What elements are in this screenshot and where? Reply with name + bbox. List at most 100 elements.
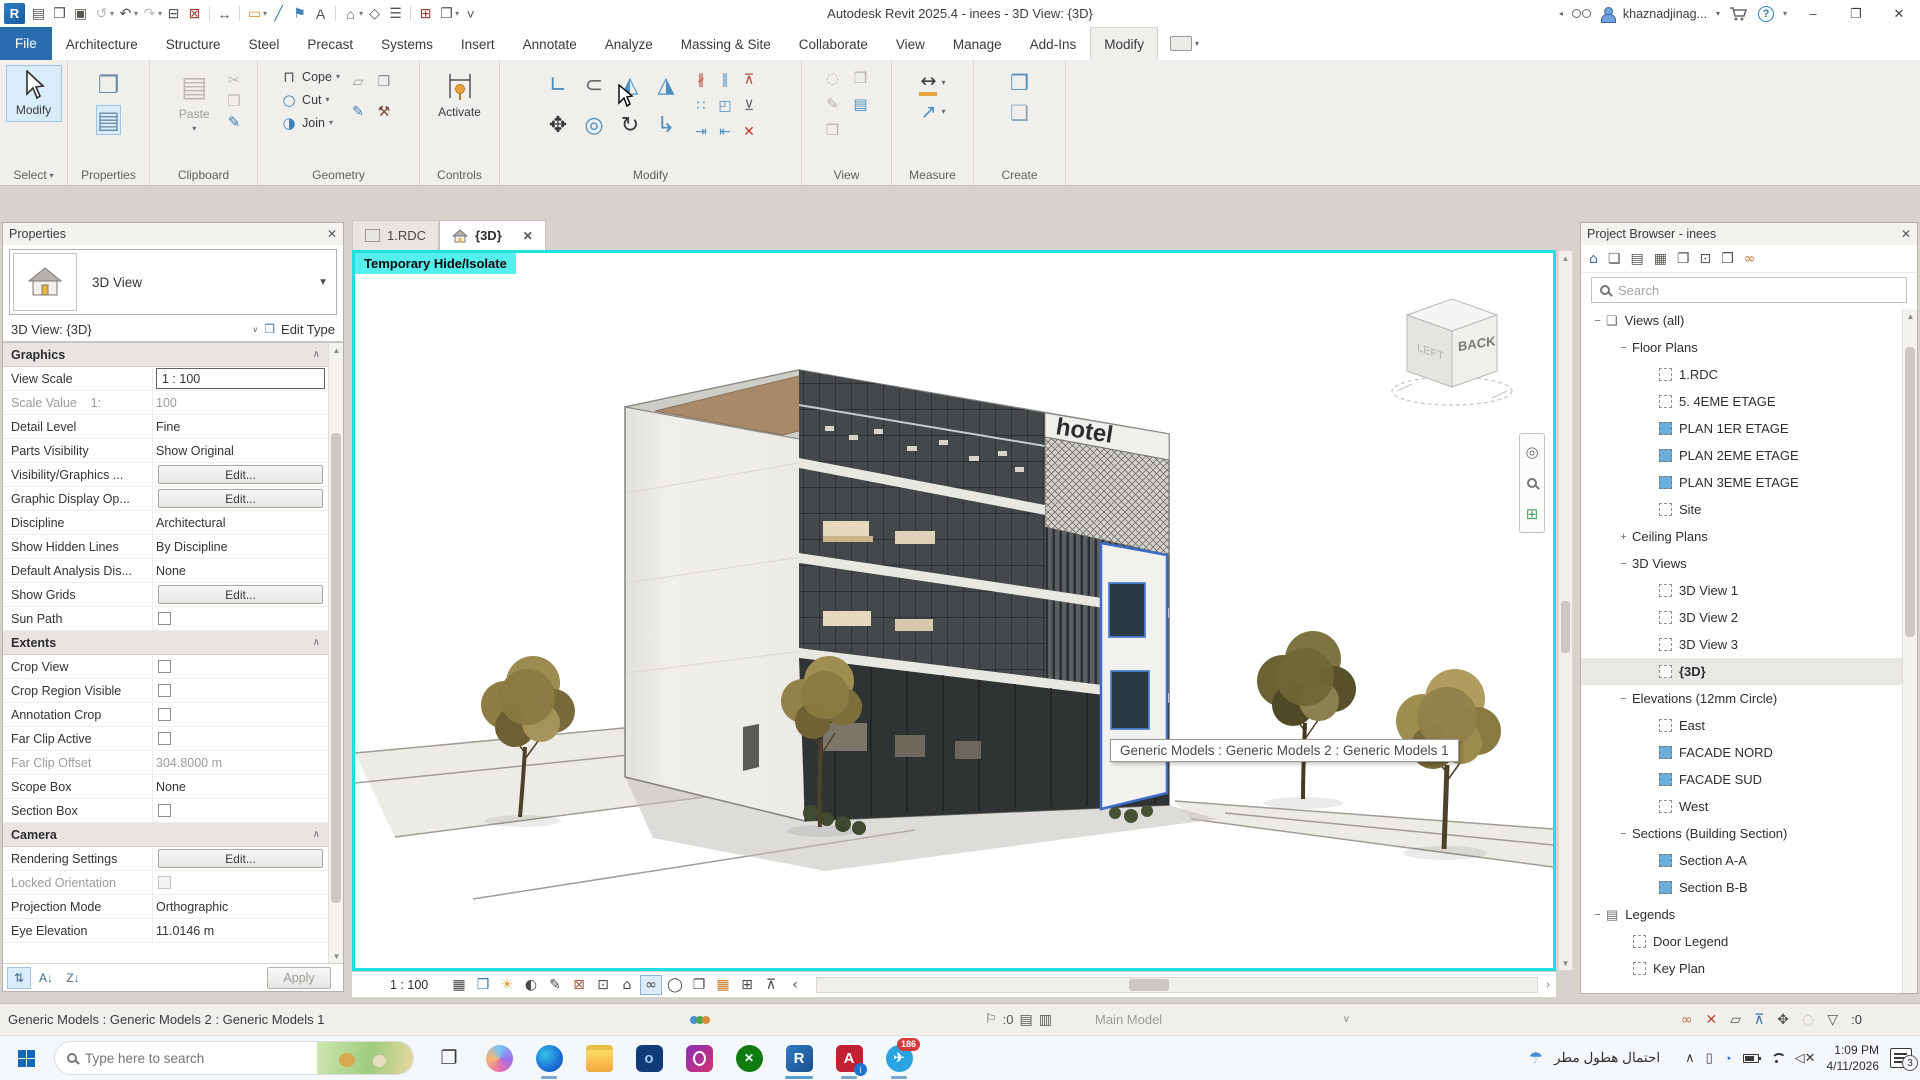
tree-item-plan-2eme-etage[interactable]: PLAN 2EME ETAGE	[1581, 442, 1917, 469]
taskbar-app-outlook[interactable]: o	[624, 1036, 674, 1080]
undo-icon[interactable]: ↶	[115, 3, 136, 25]
default-3d-view-icon-dropdown[interactable]: ▾	[359, 9, 363, 18]
checkbox[interactable]	[158, 684, 171, 697]
browser-legends-icon[interactable]: ▤	[1630, 251, 1643, 267]
activate-controls-button[interactable]: Activate	[432, 65, 488, 124]
modify-tool-button[interactable]: Modify	[6, 65, 62, 122]
detail-level-icon[interactable]: ▦	[448, 975, 470, 995]
browser-families-icon[interactable]: ⊡	[1699, 251, 1711, 267]
hotel-3d-model[interactable]: hotel	[355, 253, 1553, 968]
sketchy-lines-icon[interactable]: ✎	[544, 975, 566, 995]
measure-angle-icon-row[interactable]: ↗▾	[919, 100, 945, 123]
active-design-option[interactable]: Main Model∨	[1095, 1012, 1350, 1027]
measure-icon-dropdown[interactable]: ▾	[263, 9, 267, 18]
value-text[interactable]: Show Original	[156, 444, 234, 458]
weather-icon[interactable]: ☂	[1529, 1048, 1543, 1068]
detail-line-icon[interactable]: ╱	[268, 3, 289, 25]
instance-selector-chevron-icon[interactable]: ∨	[252, 325, 258, 334]
paste-button[interactable]: ▤ Paste▾	[166, 65, 222, 138]
tree-item-section-a-a[interactable]: Section A-A	[1581, 847, 1917, 874]
project-browser-close-icon[interactable]: ✕	[1901, 227, 1911, 241]
phone-link-tray-icon[interactable]: ▯	[1706, 1050, 1713, 1066]
property-value[interactable]: Edit...	[153, 463, 328, 486]
visual-style-icon[interactable]: ❒	[472, 975, 494, 995]
scale-icon[interactable]: ◰	[713, 93, 737, 119]
viewcube[interactable]: LEFT BACK	[1377, 279, 1527, 411]
trim-multi-icon[interactable]: ⇤	[713, 119, 737, 145]
tab-massing-site[interactable]: Massing & Site	[667, 27, 785, 60]
plan-region-icon[interactable]: ❒	[819, 117, 847, 143]
restore-button[interactable]: ❐	[1839, 1, 1873, 27]
view-tab-1rdc[interactable]: 1.RDC	[352, 220, 439, 250]
edge-tray-icon[interactable]: ◔	[1724, 1051, 1732, 1066]
collapse-bar-icon[interactable]: ‹	[784, 975, 806, 995]
measure-length-icon-row[interactable]: ↔▾	[919, 71, 945, 94]
instance-selector[interactable]: 3D View: {3D}	[11, 322, 246, 337]
section-header-graphics[interactable]: Graphics∧	[3, 343, 328, 367]
revit-logo[interactable]: R	[4, 3, 25, 24]
measure-length-icon[interactable]: ↔	[919, 70, 937, 96]
home-icon[interactable]: ▤	[28, 3, 49, 25]
cut-geometry-button-dropdown[interactable]: ▾	[326, 95, 330, 104]
taskbar-app-edge[interactable]	[524, 1036, 574, 1080]
locked-3d-view-icon[interactable]: ⌂	[616, 975, 638, 995]
value-text[interactable]: None	[156, 564, 186, 578]
displace-elements-icon[interactable]: ⊞	[736, 975, 758, 995]
clock[interactable]: 1:09 PM 4/11/2026	[1827, 1042, 1880, 1074]
tree-item-plan-3eme-etage[interactable]: PLAN 3EME ETAGE	[1581, 469, 1917, 496]
tree-item-sections-building-section-[interactable]: −Sections (Building Section)	[1581, 820, 1917, 847]
sync-icon-dropdown[interactable]: ▾	[110, 9, 114, 18]
section-collapse-icon[interactable]: ∧	[313, 637, 320, 648]
view-box-icon[interactable]: ❒	[847, 65, 875, 91]
temporary-view-properties-icon[interactable]: ❐	[688, 975, 710, 995]
tree-item-door-legend[interactable]: Door Legend	[1581, 928, 1917, 955]
tree-item-3d-views[interactable]: −3D Views	[1581, 550, 1917, 577]
cut-icon[interactable]: ✂	[227, 71, 240, 89]
open-icon[interactable]: ❒	[49, 3, 70, 25]
drawing-area[interactable]: Temporary Hide/Isolate	[352, 250, 1556, 971]
measure-angle-icon-dropdown[interactable]: ▾	[941, 107, 945, 116]
sun-path-icon[interactable]: ☀	[496, 975, 518, 995]
taskbar-app-file-explorer[interactable]	[574, 1036, 624, 1080]
switch-windows-icon-dropdown[interactable]: ▾	[455, 9, 459, 18]
pin-icon[interactable]: ⊼	[737, 67, 761, 93]
tree-item-site[interactable]: Site	[1581, 496, 1917, 523]
close-button[interactable]: ✕	[1882, 1, 1916, 27]
cut-geometry-button[interactable]: ○Cut▾	[280, 88, 340, 111]
taskbar-app-xbox[interactable]: ✕	[724, 1036, 774, 1080]
tree-item-west[interactable]: West	[1581, 793, 1917, 820]
customize-qat-icon[interactable]: ˅	[460, 3, 481, 25]
print-icon[interactable]: ⊟	[163, 3, 184, 25]
checkbox[interactable]	[158, 708, 171, 721]
section-header-extents[interactable]: Extents∧	[3, 631, 328, 655]
tree-item-facade-nord[interactable]: FACADE NORD	[1581, 739, 1917, 766]
value-text[interactable]: Orthographic	[156, 900, 228, 914]
selected-generic-model[interactable]	[1101, 543, 1167, 809]
tab-structure[interactable]: Structure	[152, 27, 235, 60]
create-group-icon[interactable]: ❒	[1010, 71, 1029, 95]
checkbox[interactable]	[158, 612, 171, 625]
properties-scrollbar[interactable]: ▲ ▼	[328, 343, 343, 963]
edit-button[interactable]: Edit...	[158, 585, 323, 604]
scroll-up-icon[interactable]: ▲	[1559, 251, 1572, 265]
tree-item-views-all-[interactable]: −❏Views (all)	[1581, 307, 1917, 334]
wall-join-icon[interactable]: ❒	[371, 67, 397, 97]
property-value[interactable]: Architectural	[153, 511, 328, 534]
tab-systems[interactable]: Systems	[367, 27, 447, 60]
select-underlay-icon[interactable]: ▱	[1730, 1012, 1741, 1028]
property-value[interactable]: By Discipline	[153, 535, 328, 558]
scroll-down-icon[interactable]: ▼	[329, 949, 343, 963]
property-value[interactable]	[153, 703, 328, 726]
measure-length-icon-dropdown[interactable]: ▾	[941, 78, 945, 87]
background-process-icon[interactable]: ◌	[1802, 1012, 1814, 1028]
property-value[interactable]	[153, 871, 328, 894]
type-selector[interactable]: 3D View ▼	[9, 249, 337, 315]
panel-geometry-label[interactable]: Geometry	[258, 165, 419, 185]
scroll-right-icon[interactable]: ›	[1540, 977, 1556, 993]
scroll-down-icon[interactable]: ▼	[1559, 956, 1572, 970]
temporary-hide-isolate-icon[interactable]: ◯	[664, 975, 686, 995]
view-tab-close-icon[interactable]: ✕	[523, 229, 533, 243]
editable-only-icon[interactable]: ⚐	[985, 1012, 997, 1027]
checkbox[interactable]	[158, 732, 171, 745]
section-collapse-icon[interactable]: ∧	[313, 829, 320, 840]
